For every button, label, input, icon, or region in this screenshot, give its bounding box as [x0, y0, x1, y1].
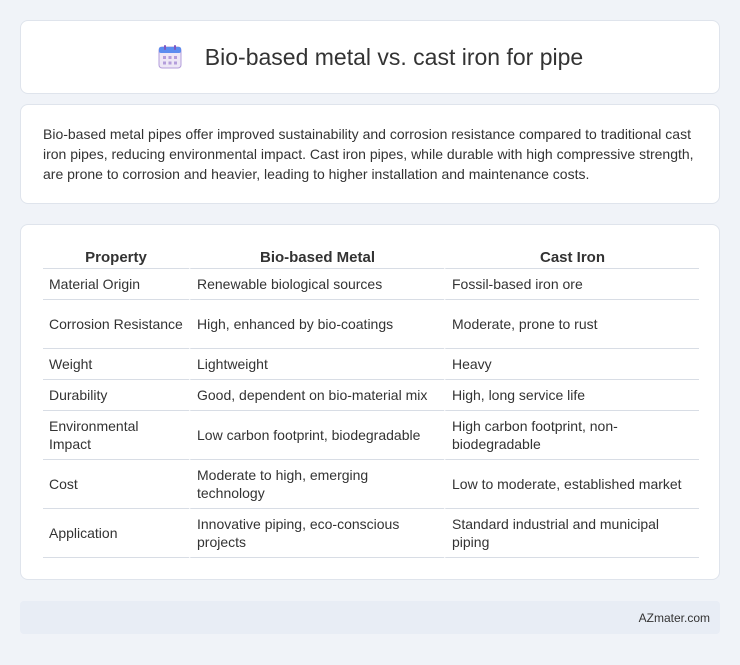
- bio-based-metal-cell: Low carbon footprint, biodegradable: [189, 411, 444, 460]
- cast-iron-cell: Heavy: [444, 349, 699, 380]
- bio-based-metal-cell: Moderate to high, emerging technology: [189, 460, 444, 509]
- table-row: Application Innovative piping, eco-consc…: [43, 509, 699, 558]
- cast-iron-cell: High, long service life: [444, 380, 699, 411]
- summary-text: Bio-based metal pipes offer improved sus…: [43, 126, 694, 182]
- property-cell: Application: [43, 509, 189, 558]
- table-row: Cost Moderate to high, emerging technolo…: [43, 460, 699, 509]
- header-cast-iron: Cast Iron: [444, 245, 699, 269]
- header-bio-based-metal: Bio-based Metal: [189, 245, 444, 269]
- footer-source-link[interactable]: AZmater.com: [639, 611, 710, 625]
- table-row: Corrosion Resistance High, enhanced by b…: [43, 300, 699, 349]
- cast-iron-cell: Standard industrial and municipal piping: [444, 509, 699, 558]
- property-cell: Cost: [43, 460, 189, 509]
- bio-based-metal-cell: Innovative piping, eco-conscious project…: [189, 509, 444, 558]
- property-cell: Weight: [43, 349, 189, 380]
- cast-iron-cell: Moderate, prone to rust: [444, 300, 699, 349]
- bio-based-metal-cell: Renewable biological sources: [189, 269, 444, 300]
- cast-iron-cell: Low to moderate, established market: [444, 460, 699, 509]
- property-cell: Corrosion Resistance: [43, 300, 189, 349]
- page-title: Bio-based metal vs. cast iron for pipe: [204, 43, 584, 70]
- cast-iron-cell: Fossil-based iron ore: [444, 269, 699, 300]
- footer: AZmater.com: [20, 601, 720, 634]
- table-row: Material Origin Renewable biological sou…: [43, 269, 699, 300]
- bio-based-metal-cell: Good, dependent on bio-material mix: [189, 380, 444, 411]
- bio-based-metal-cell: High, enhanced by bio-coatings: [189, 300, 444, 349]
- property-cell: Environmental Impact: [43, 411, 189, 460]
- calendar-icon: [158, 45, 182, 69]
- table-row: Environmental Impact Low carbon footprin…: [43, 411, 699, 460]
- comparison-table-card: Property Bio-based Metal Cast Iron Mater…: [20, 224, 720, 580]
- table-row: Weight Lightweight Heavy: [43, 349, 699, 380]
- bio-based-metal-cell: Lightweight: [189, 349, 444, 380]
- table-header-row: Property Bio-based Metal Cast Iron: [43, 245, 699, 269]
- property-cell: Durability: [43, 380, 189, 411]
- property-cell: Material Origin: [43, 269, 189, 300]
- summary-card: Bio-based metal pipes offer improved sus…: [20, 104, 720, 204]
- comparison-table: Property Bio-based Metal Cast Iron Mater…: [43, 245, 699, 558]
- title-card: Bio-based metal vs. cast iron for pipe: [20, 20, 720, 94]
- table-row: Durability Good, dependent on bio-materi…: [43, 380, 699, 411]
- cast-iron-cell: High carbon footprint, non-biodegradable: [444, 411, 699, 460]
- header-property: Property: [43, 245, 189, 269]
